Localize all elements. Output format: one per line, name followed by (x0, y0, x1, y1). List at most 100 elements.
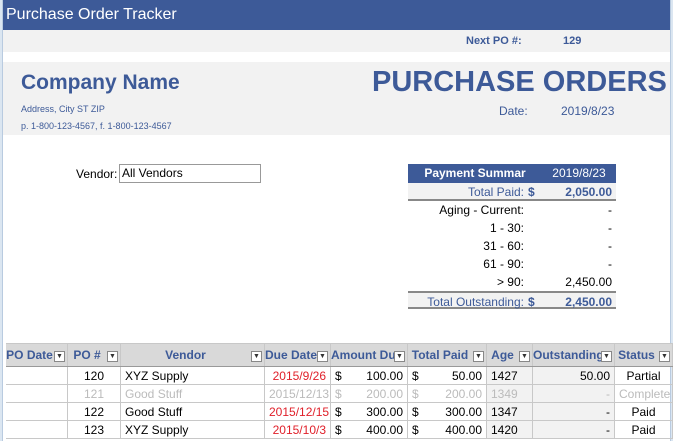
due-date-cell: 2015/10/3 (272, 423, 326, 437)
due-date-cell: 2015/12/13 (269, 387, 330, 401)
column-label: Total Paid (411, 348, 469, 362)
summary-title: Payment Summar (424, 166, 526, 180)
header-band: Company Name Address, City ST ZIP p. 1-8… (3, 62, 670, 135)
po-date-cell (6, 403, 68, 420)
filter-dropdown-icon[interactable]: ▼ (107, 351, 118, 362)
aging-row: Aging - Current: - (408, 201, 616, 219)
currency: $ (335, 369, 342, 383)
vendor-cell: Good Stuff (121, 403, 265, 420)
due-date-cell: 2015/9/26 (272, 369, 326, 383)
currency: $ (528, 295, 535, 309)
outstanding-cell: - (533, 421, 615, 438)
column-label: Outstanding (533, 348, 604, 362)
outstanding-cell: - (533, 403, 615, 420)
outstanding-cell: - (533, 385, 615, 402)
aging-label: Aging - Current: (439, 203, 524, 217)
spreadsheet: Purchase Order Tracker Next PO #: 129 Co… (2, 0, 673, 441)
vendor-select[interactable]: All Vendors (119, 164, 261, 183)
age-cell: 1347 (487, 403, 533, 420)
table-row[interactable]: 122 Good Stuff 2015/12/15 $300.00 $300.0… (6, 403, 673, 421)
column-label: Age (491, 348, 514, 362)
aging-row: 1 - 30: - (408, 219, 616, 237)
currency: $ (528, 185, 535, 199)
age-cell: 1349 (487, 385, 533, 402)
column-header[interactable]: PO Date ▼ (6, 344, 68, 366)
vendor-label: Vendor: (76, 167, 118, 181)
date-value: 2019/8/23 (561, 104, 615, 118)
column-header[interactable]: Total Paid ▼ (408, 344, 487, 366)
amount-due-cell: 100.00 (366, 369, 403, 383)
amount-due-cell: 400.00 (366, 423, 403, 437)
total-outstanding-label: Total Outstanding: (427, 295, 524, 309)
aging-label: > 90: (496, 275, 524, 289)
aging-value: 2,450.00 (565, 275, 612, 289)
amount-due-cell: 200.00 (366, 387, 403, 401)
total-paid-cell: 50.00 (451, 369, 482, 383)
currency: $ (335, 423, 342, 437)
column-header[interactable]: Due Date ▼ (265, 344, 331, 366)
amount-due-cell: 300.00 (366, 405, 403, 419)
total-paid-label: Total Paid: (467, 185, 524, 199)
filter-dropdown-icon[interactable]: ▼ (394, 351, 405, 362)
aging-label: 31 - 60: (483, 239, 524, 253)
aging-value: - (608, 221, 612, 235)
status-cell: Complete (615, 385, 673, 402)
page-title: PURCHASE ORDERS (372, 66, 667, 98)
next-po-value: 129 (563, 35, 582, 47)
column-header[interactable]: Amount Due ▼ (331, 344, 408, 366)
currency: $ (335, 405, 342, 419)
column-header[interactable]: Age ▼ (487, 344, 533, 366)
aging-label: 1 - 30: (489, 221, 524, 235)
po-date-cell (6, 385, 68, 402)
table-row[interactable]: 121 Good Stuff 2015/12/13 $200.00 $200.0… (6, 385, 673, 403)
company-address: Address, City ST ZIP (21, 104, 105, 114)
table-row[interactable]: 120 XYZ Supply 2015/9/26 $100.00 $50.00 … (6, 367, 673, 385)
filter-dropdown-icon[interactable]: ▼ (659, 351, 670, 362)
company-name: Company Name (21, 71, 180, 94)
po-number-cell: 123 (68, 421, 121, 438)
column-header[interactable]: Outstanding ▼ (533, 344, 615, 366)
po-table: PO Date ▼ PO # ▼ Vendor ▼ Due Date ▼ Amount Due ▼… (6, 343, 673, 439)
aging-value: - (608, 203, 612, 217)
aging-label: 61 - 90: (483, 257, 524, 271)
column-label: PO # (73, 348, 101, 362)
vendor-cell: Good Stuff (121, 385, 265, 402)
currency: $ (335, 387, 342, 401)
column-label: PO Date (6, 348, 53, 362)
column-label: Status (618, 348, 655, 362)
age-cell: 1427 (487, 367, 533, 384)
table-row[interactable]: 123 XYZ Supply 2015/10/3 $400.00 $400.00… (6, 421, 673, 439)
filter-dropdown-icon[interactable]: ▼ (54, 351, 65, 362)
total-paid-cell: 300.00 (445, 405, 482, 419)
filter-dropdown-icon[interactable]: ▼ (473, 351, 484, 362)
filter-dropdown-icon[interactable]: ▼ (519, 351, 530, 362)
currency: $ (412, 405, 419, 419)
status-cell: Paid (615, 403, 673, 420)
date-label: Date: (499, 104, 528, 118)
due-date-cell: 2015/12/15 (269, 405, 330, 419)
filter-dropdown-icon[interactable]: ▼ (317, 351, 328, 362)
currency: $ (412, 387, 419, 401)
total-paid-cell: 400.00 (445, 423, 482, 437)
filter-dropdown-icon[interactable]: ▼ (251, 351, 262, 362)
next-po-row: Next PO #: 129 (3, 30, 670, 52)
currency: $ (412, 423, 419, 437)
next-po-label: Next PO #: (466, 35, 522, 47)
column-label: Vendor (165, 348, 206, 362)
column-header[interactable]: Status ▼ (615, 344, 673, 366)
total-paid-value: 2,050.00 (565, 185, 612, 199)
payment-summary: Payment Summar 2019/8/23 Total Paid: $2,05… (408, 164, 616, 309)
aging-value: - (608, 257, 612, 271)
status-cell: Partial (615, 367, 673, 384)
aging-row: 61 - 90: - (408, 255, 616, 273)
po-number-cell: 122 (68, 403, 121, 420)
app-title: Purchase Order Tracker (3, 0, 670, 30)
total-paid-cell: 200.00 (445, 387, 482, 401)
company-phone: p. 1-800-123-4567, f. 1-800-123-4567 (21, 121, 172, 131)
summary-date: 2019/8/23 (552, 166, 606, 180)
column-header[interactable]: PO # ▼ (68, 344, 121, 366)
column-header[interactable]: Vendor ▼ (121, 344, 265, 366)
filter-dropdown-icon[interactable]: ▼ (601, 351, 612, 362)
po-number-cell: 120 (68, 367, 121, 384)
aging-row: 31 - 60: - (408, 237, 616, 255)
